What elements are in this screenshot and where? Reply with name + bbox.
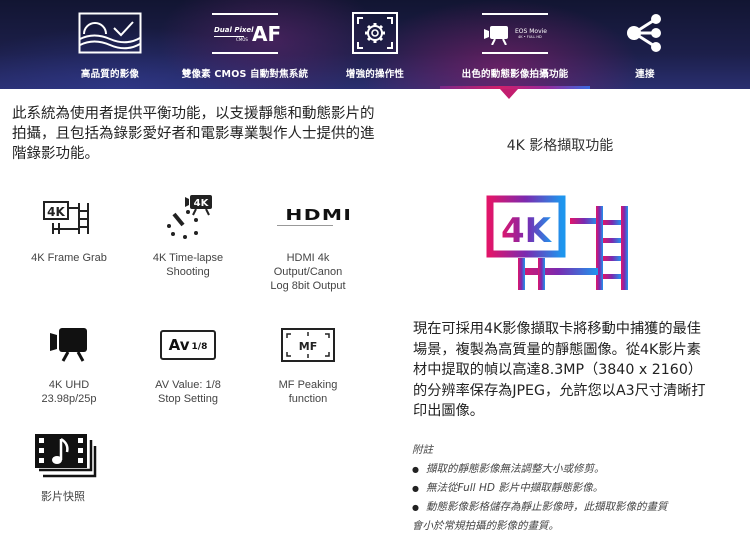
feature-hdmi-output[interactable]: HDMI HDMI 4k Output/Canon Log 8bit Outpu… [253,193,363,293]
svg-text:4K: 4K [47,205,65,219]
hdmi-icon: HDMI [277,208,351,228]
nav-item-image-quality[interactable]: 高品質的影像 [40,0,180,89]
note-item: 擷取的靜態影像無法調整大小或修剪。 [412,460,722,479]
intro-text: 此系統為使用者提供平衡功能，以支援靜態和動態影片的拍攝，且包括為錄影愛好者和電影… [12,106,375,162]
svg-text:4K: 4K [501,211,553,251]
landscape-check-icon [78,12,142,54]
nav-item-eos-movie[interactable]: EOS Movie 4K • FULL HD 出色的動態影像拍攝功能 [435,0,595,89]
dual-pixel-af-icon: Dual Pixel CMOS AF [212,12,281,54]
video-snapshot-icon [35,434,97,478]
av-value-icon: Av 1/8 [160,330,216,360]
share-icon [627,14,661,52]
feature-nav-bar: 高品質的影像 Dual Pixel CMOS AF 雙像素 CMOS 自動對焦系… [0,0,750,89]
feature-mf-peaking[interactable]: MF MF Peaking function [253,320,363,406]
note-item-continued: 會小於常規拍攝的影像的畫質。 [412,520,559,532]
svg-text:MF: MF [299,340,317,353]
feature-detail-title: 4K 影格擷取功能 [506,138,614,154]
notes-title: 附註 [412,444,433,456]
svg-text:4K: 4K [194,198,210,209]
feature-av-value[interactable]: Av 1/8 AV Value: 1/8 Stop Setting [133,320,243,406]
note-item: 無法從Full HD 影片中擷取靜態影像。 [412,479,722,498]
feature-4k-frame-grab[interactable]: 4K 4K Frame Grab [14,193,124,265]
video-camera-icon [50,328,87,362]
feature-detail-description: 現在可採用4K影像擷取卡將移動中捕獲的最佳場景，複製為高質量的靜態圖像。從4K影… [413,321,706,419]
4k-frame-grab-icon: 4K [43,201,89,234]
notes-section: 附註 擷取的靜態影像無法調整大小或修剪。 無法從Full HD 影片中擷取靜態影… [412,441,722,536]
gear-frame-icon [352,12,398,54]
nav-item-operability[interactable]: 增強的操作性 [305,0,445,89]
eos-movie-icon: EOS Movie 4K • FULL HD [482,12,548,54]
4k-frame-grab-large-icon: 4K [486,195,628,290]
mf-peaking-icon: MF [281,328,335,362]
feature-4k-uhd[interactable]: 4K UHD 23.98p/25p [14,320,124,406]
note-item: 動態影像影格儲存為靜止影像時，此擷取影像的畫質 [412,498,722,517]
nav-item-dual-pixel-af[interactable]: Dual Pixel CMOS AF 雙像素 CMOS 自動對焦系統 [170,0,320,89]
feature-4k-timelapse[interactable]: 4K 4K Time-lapse Shooting [133,193,243,279]
4k-timelapse-icon: 4K [167,195,212,239]
active-tab-arrow [500,89,518,99]
nav-item-connectivity[interactable]: 連接 [585,0,705,89]
feature-video-snapshot[interactable]: 影片快照 [11,430,121,504]
